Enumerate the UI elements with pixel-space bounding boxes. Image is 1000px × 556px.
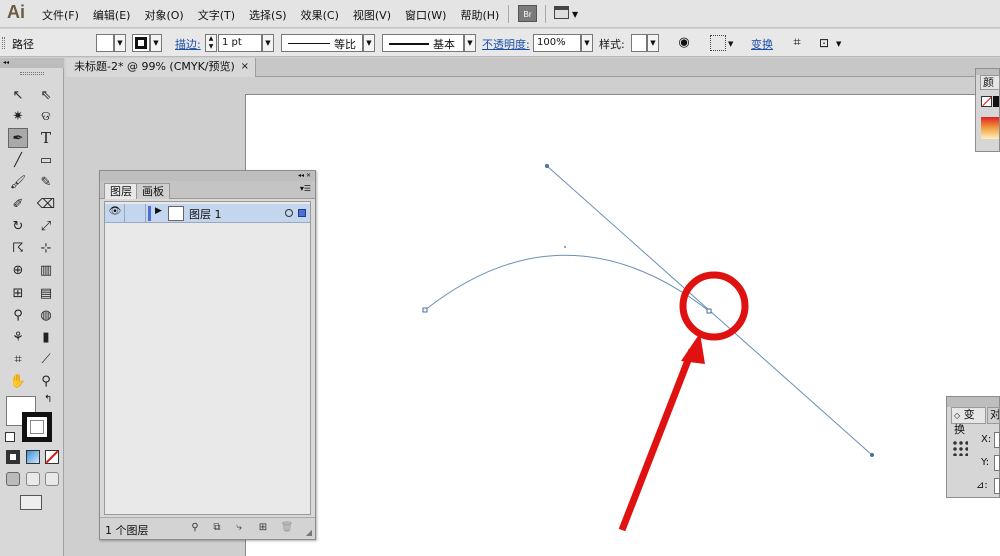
bezier-path[interactable]	[424, 254, 710, 312]
panel-grip[interactable]	[947, 397, 999, 407]
visibility-eye-icon[interactable]: 👁	[107, 206, 123, 221]
transform-panel: ◇ 变换 对 X: Y: ⊿:	[946, 396, 1000, 498]
mid-marker	[564, 246, 566, 248]
target-circle-icon[interactable]	[285, 209, 293, 217]
black-swatch[interactable]	[993, 96, 999, 107]
anchor-point-start[interactable]	[422, 307, 428, 313]
y-field[interactable]	[994, 455, 1000, 471]
color-spectrum[interactable]	[981, 117, 999, 139]
layer-color-bar	[148, 206, 151, 221]
layers-panel: ◂◂ ✕ 图层 画板 ▾☰ 👁 ▶ 图层 1 1 个图层 ⚲ ⧉ ⤷ ⊞ 🗑 ◢	[99, 170, 316, 540]
tab-toggle-icon: ◇	[954, 411, 961, 420]
tab-transform[interactable]: ◇ 变换	[951, 407, 986, 436]
none-swatch-icon[interactable]	[981, 96, 992, 107]
layer-row[interactable]: 👁 ▶ 图层 1	[105, 204, 310, 223]
arrow-shaft	[618, 348, 696, 532]
tab-color[interactable]: 颜	[980, 75, 1000, 90]
direction-handle-top[interactable]	[545, 164, 549, 168]
angle-field[interactable]	[994, 478, 1000, 494]
lock-toggle[interactable]	[124, 204, 146, 223]
none-swatch-slash	[982, 96, 992, 107]
resize-grip-icon[interactable]: ◢	[306, 528, 312, 537]
tab-layers[interactable]: 图层	[104, 183, 138, 199]
layer-count: 1 个图层	[105, 524, 149, 537]
layer-name[interactable]: 图层 1	[189, 206, 222, 222]
delete-layer-icon[interactable]: 🗑	[280, 522, 294, 535]
panel-menu-icon[interactable]: ▾☰	[300, 184, 311, 193]
direction-handle-bottom[interactable]	[870, 453, 874, 457]
layer-thumbnail	[168, 206, 184, 221]
reference-point-icon[interactable]	[952, 440, 968, 456]
y-label: Y:	[981, 457, 990, 468]
new-sublayer-icon[interactable]: ⤷	[232, 522, 246, 535]
panel-collapse-icon[interactable]: ◂◂ ✕	[100, 171, 315, 181]
tab-align[interactable]: 对	[987, 407, 1000, 424]
locate-object-icon[interactable]: ⚲	[188, 522, 202, 535]
color-panel: 颜	[975, 68, 1000, 152]
layer-list: 👁 ▶ 图层 1	[104, 201, 311, 515]
x-field[interactable]	[994, 432, 1000, 448]
selection-indicator[interactable]	[298, 209, 306, 217]
highlight-circle	[679, 271, 749, 341]
clipping-mask-icon[interactable]: ⧉	[210, 522, 224, 535]
expand-triangle-icon[interactable]: ▶	[155, 206, 162, 216]
layers-panel-tabs: 图层 画板 ▾☰	[100, 181, 315, 199]
tab-artboards[interactable]: 画板	[136, 183, 170, 199]
x-label: X:	[981, 434, 992, 445]
anchor-point-current[interactable]	[706, 308, 712, 314]
layers-panel-footer: 1 个图层 ⚲ ⧉ ⤷ ⊞ 🗑 ◢	[100, 517, 315, 539]
new-layer-icon[interactable]: ⊞	[256, 522, 270, 535]
angle-label: ⊿:	[976, 480, 988, 491]
